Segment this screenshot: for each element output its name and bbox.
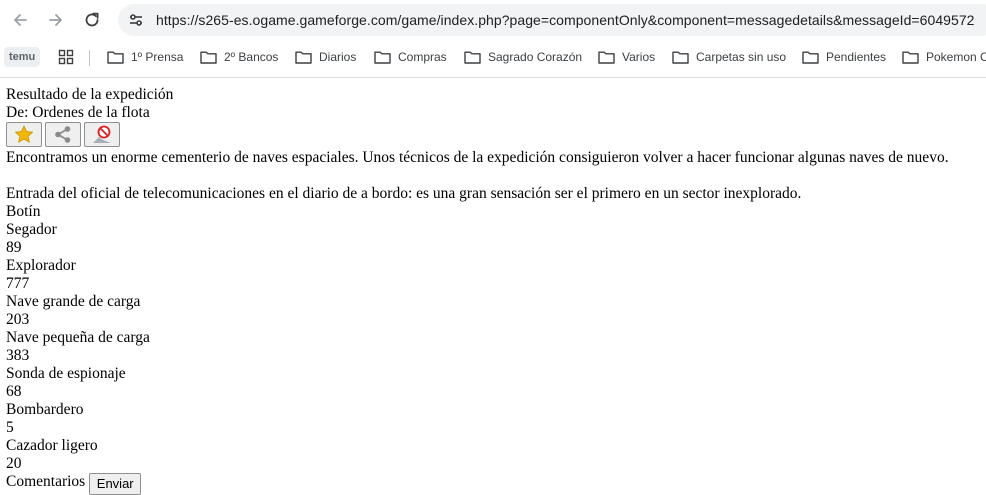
bookmark-label: Carpetas sin uso bbox=[696, 50, 787, 64]
message-details: Resultado de la expedición De: Ordenes d… bbox=[6, 86, 982, 495]
ship-count: 383 bbox=[6, 347, 30, 364]
loot-heading: Botín bbox=[6, 203, 41, 220]
forward-button[interactable] bbox=[42, 6, 70, 34]
bookmark-label: Varios bbox=[622, 50, 656, 64]
ship-name: Segador bbox=[6, 221, 57, 238]
message-title: Resultado de la expedición bbox=[6, 86, 174, 103]
folder-icon bbox=[464, 51, 481, 64]
share-button[interactable] bbox=[45, 122, 81, 147]
send-button[interactable]: Enviar bbox=[89, 473, 142, 495]
report-button[interactable] bbox=[84, 122, 120, 147]
bookmark-folder-sagrado-corazon[interactable]: Sagrado Corazón bbox=[464, 45, 582, 69]
bookmarks-bar: temu 1º Prensa 2º Bancos Diarios Compras bbox=[0, 42, 986, 72]
bookmark-label: Compras bbox=[398, 50, 447, 64]
apps-button[interactable] bbox=[58, 45, 81, 69]
ship-name: Nave pequeña de carga bbox=[6, 329, 150, 346]
message-actions bbox=[6, 122, 982, 149]
message-body: Encontramos un enorme cementerio de nave… bbox=[6, 149, 949, 166]
ship-name: Nave grande de carga bbox=[6, 293, 141, 310]
comments-row: Comentarios Enviar bbox=[6, 473, 982, 495]
apps-grid-icon bbox=[58, 49, 74, 65]
bookmark-label: Pendientes bbox=[826, 50, 887, 64]
bookmark-folder-bancos[interactable]: 2º Bancos bbox=[200, 45, 278, 69]
ship-count: 20 bbox=[6, 455, 22, 472]
ship-name: Sonda de espionaje bbox=[6, 365, 126, 382]
ship-count: 5 bbox=[6, 419, 14, 436]
arrow-right-icon bbox=[49, 14, 62, 26]
bookmark-label: Pokemon C bbox=[926, 50, 986, 64]
folder-icon bbox=[802, 51, 819, 64]
bookmark-folder-varios[interactable]: Varios bbox=[598, 45, 655, 69]
bookmark-label: 2º Bancos bbox=[224, 50, 279, 64]
folder-icon bbox=[672, 51, 689, 64]
bookmark-folder-compras[interactable]: Compras bbox=[374, 45, 447, 69]
arrow-left-icon bbox=[14, 14, 27, 26]
folder-icon bbox=[902, 51, 919, 64]
star-icon bbox=[15, 125, 33, 143]
ship-name: Explorador bbox=[6, 257, 76, 274]
bookmark-temu[interactable]: temu bbox=[4, 47, 41, 67]
favorite-button[interactable] bbox=[6, 122, 42, 147]
ship-name: Bombardero bbox=[6, 401, 84, 418]
comments-label: Comentarios bbox=[6, 473, 86, 490]
address-bar[interactable]: https://s265-es.ogame.gameforge.com/game… bbox=[118, 4, 986, 36]
bookmark-folder-prensa[interactable]: 1º Prensa bbox=[107, 45, 183, 69]
ship-name: Cazador ligero bbox=[6, 437, 98, 454]
message-logbook: Entrada del oficial de telecomunicacione… bbox=[6, 185, 802, 202]
bookmark-label: Sagrado Corazón bbox=[488, 50, 583, 64]
reload-button[interactable] bbox=[78, 6, 106, 34]
bookmark-folder-carpetas-sin-uso[interactable]: Carpetas sin uso bbox=[672, 45, 786, 69]
navigation-bar: https://s265-es.ogame.gameforge.com/game… bbox=[0, 0, 986, 40]
folder-icon bbox=[107, 51, 124, 64]
ship-count: 68 bbox=[6, 383, 22, 400]
share-icon bbox=[55, 126, 71, 143]
ship-count: 89 bbox=[6, 239, 22, 256]
folder-icon bbox=[374, 51, 391, 64]
bookmark-label: 1º Prensa bbox=[131, 50, 184, 64]
toolbar-divider bbox=[0, 77, 986, 78]
site-info-button[interactable] bbox=[124, 8, 148, 32]
browser-chrome: https://s265-es.ogame.gameforge.com/game… bbox=[0, 0, 986, 78]
folder-icon bbox=[598, 51, 615, 64]
bookmarks-separator bbox=[89, 50, 90, 66]
ship-count: 777 bbox=[6, 275, 30, 292]
bookmark-label: Diarios bbox=[319, 50, 357, 64]
ship-count: 203 bbox=[6, 311, 30, 328]
report-icon bbox=[93, 125, 111, 143]
folder-icon bbox=[295, 51, 312, 64]
bookmark-folder-diarios[interactable]: Diarios bbox=[295, 45, 356, 69]
bookmark-folder-pokemon[interactable]: Pokemon C bbox=[902, 45, 986, 69]
bookmark-folder-pendientes[interactable]: Pendientes bbox=[802, 45, 886, 69]
back-button[interactable] bbox=[6, 6, 34, 34]
folder-icon bbox=[200, 51, 217, 64]
tune-icon bbox=[130, 14, 142, 26]
url-text[interactable]: https://s265-es.ogame.gameforge.com/game… bbox=[156, 12, 975, 28]
reload-icon bbox=[85, 12, 99, 27]
message-sender: De: Ordenes de la flota bbox=[6, 104, 150, 121]
